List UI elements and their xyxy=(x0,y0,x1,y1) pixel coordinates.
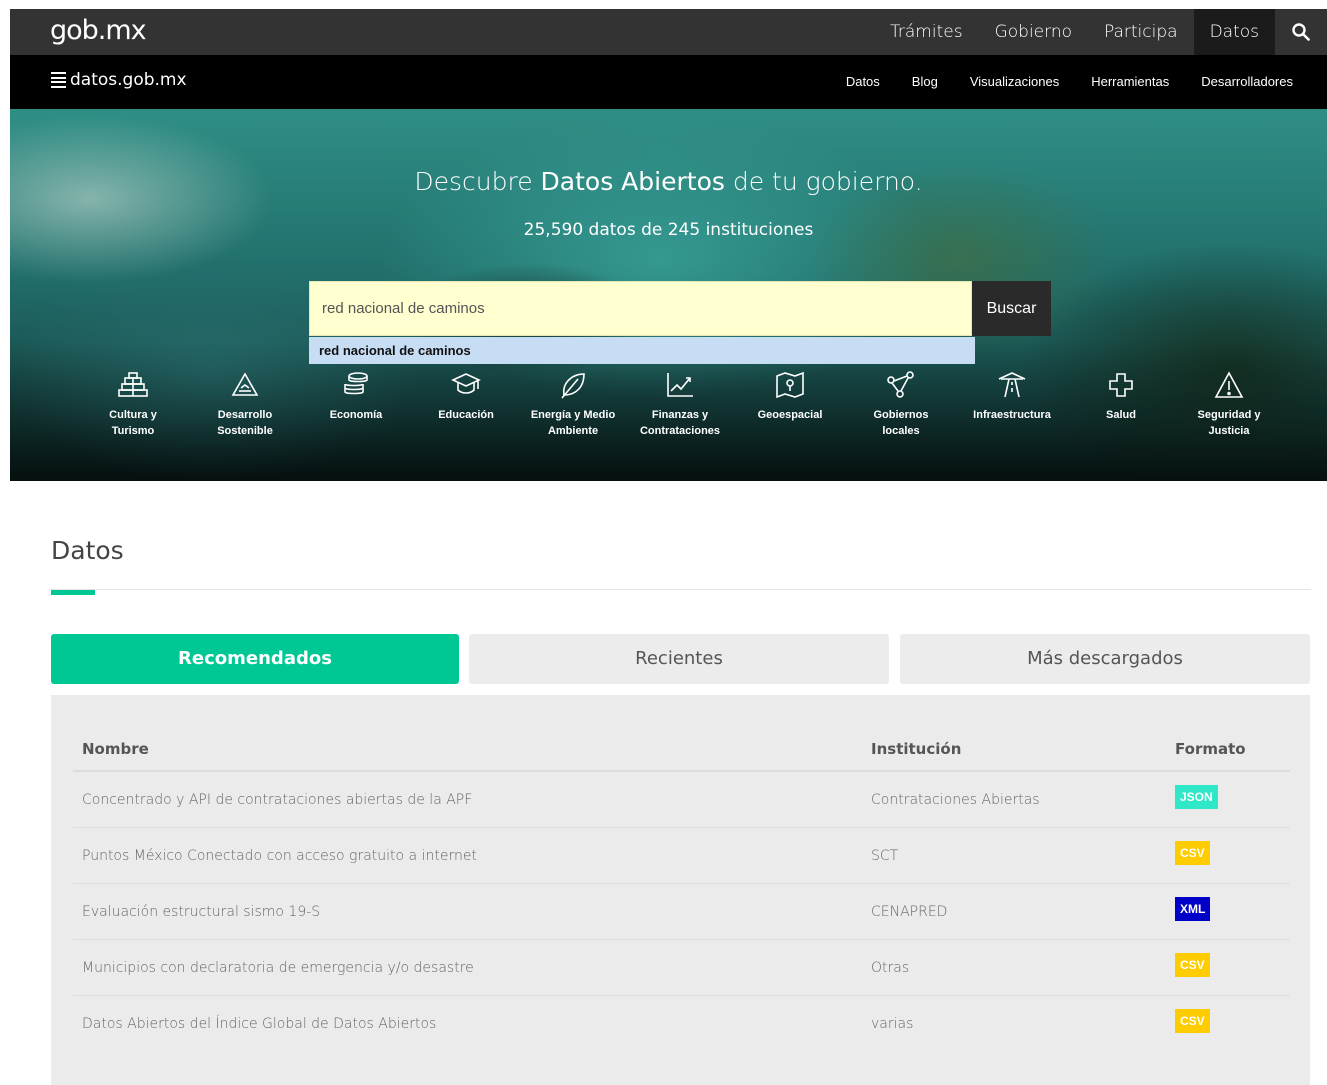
category-cultura-turismo[interactable]: Cultura y Turismo xyxy=(78,371,188,439)
category-economia[interactable]: Economía xyxy=(301,371,411,423)
dataset-institution: Otras xyxy=(871,960,910,976)
medical-cross-icon xyxy=(1109,373,1133,397)
network-icon xyxy=(887,371,914,398)
subnav-datos[interactable]: Datos xyxy=(830,55,896,109)
gobmx-header: gob.mx Trámites Gobierno Participa Datos xyxy=(10,9,1327,55)
nav-tramites[interactable]: Trámites xyxy=(874,9,979,55)
column-header-institucion: Institución xyxy=(871,740,962,758)
category-label: Infraestructura xyxy=(973,409,1051,421)
table-header: Nombre Institución Formato xyxy=(73,730,1290,772)
category-label: Cultura y xyxy=(109,409,157,421)
category-list: Cultura y Turismo Desarrollo Sostenible Ec… xyxy=(80,371,1260,461)
section-accent-bar xyxy=(51,590,95,595)
category-label: Gobiernos xyxy=(873,409,929,421)
table-row: Evaluación estructural sismo 19-S CENAPR… xyxy=(73,884,1290,940)
hero-headline: Descubre Datos Abiertos de tu gobierno. xyxy=(414,167,923,196)
search-box xyxy=(309,281,972,336)
section-divider xyxy=(51,589,1311,590)
table-row: Puntos México Conectado con acceso gratu… xyxy=(73,828,1290,884)
search-input[interactable] xyxy=(310,282,971,335)
autocomplete-suggestion[interactable]: red nacional de caminos xyxy=(309,337,975,364)
dataset-name[interactable]: Concentrado y API de contrataciones abie… xyxy=(82,792,472,808)
nav-datos[interactable]: Datos xyxy=(1193,9,1275,55)
format-badge-csv[interactable]: CSV xyxy=(1175,953,1210,977)
format-badge-csv[interactable]: CSV xyxy=(1175,841,1210,865)
category-label: Energía y Medio xyxy=(530,409,616,421)
line-chart-icon xyxy=(667,373,693,397)
leaf-icon xyxy=(561,373,585,399)
table-row: Municipios con declaratoria de emergenci… xyxy=(73,940,1290,996)
category-label: Contrataciones xyxy=(639,425,721,437)
category-label: Economía xyxy=(329,409,383,421)
category-label: Salud xyxy=(1106,409,1136,421)
coins-icon xyxy=(344,372,368,395)
category-gobiernos-locales[interactable]: Gobiernos locales xyxy=(846,371,956,439)
category-label: Sostenible xyxy=(217,425,273,437)
gobmx-logo[interactable]: gob.mx xyxy=(50,15,147,46)
hero-banner: Descubre Datos Abiertos de tu gobierno. … xyxy=(10,109,1327,481)
category-label: Geoespacial xyxy=(757,409,823,421)
category-label: Justicia xyxy=(1208,425,1250,437)
category-label: Turismo xyxy=(111,425,155,437)
category-educacion[interactable]: Educación xyxy=(411,371,521,423)
column-header-nombre: Nombre xyxy=(82,740,149,758)
dataset-name[interactable]: Municipios con declaratoria de emergenci… xyxy=(82,960,474,976)
dataset-institution: Contrataciones Abiertas xyxy=(871,792,1040,808)
format-badge-json[interactable]: JSON xyxy=(1175,785,1218,809)
dataset-institution: CENAPRED xyxy=(871,904,948,920)
subnav-herramientas[interactable]: Herramientas xyxy=(1075,55,1185,109)
category-label: Ambiente xyxy=(547,425,599,437)
datos-header: datos.gob.mx Datos Blog Visualizaciones … xyxy=(10,55,1327,109)
category-label: Seguridad y xyxy=(1197,409,1261,421)
subnav-visualizaciones[interactable]: Visualizaciones xyxy=(954,55,1075,109)
datos-table: Nombre Institución Formato Concentrado y… xyxy=(51,695,1310,1085)
dataset-name[interactable]: Puntos México Conectado con acceso gratu… xyxy=(82,848,477,864)
datos-tabs: Recomendados Recientes Más descargados xyxy=(51,634,1310,684)
format-badge-xml[interactable]: XML xyxy=(1175,897,1211,921)
menu-lines-icon xyxy=(51,72,66,88)
dataset-institution: SCT xyxy=(871,848,899,864)
category-geoespacial[interactable]: Geoespacial xyxy=(735,371,845,423)
dataset-name[interactable]: Datos Abiertos del Índice Global de Dato… xyxy=(82,1016,436,1032)
category-salud[interactable]: Salud xyxy=(1066,371,1176,423)
pyramid-icon xyxy=(118,372,148,397)
column-header-formato: Formato xyxy=(1175,740,1246,758)
table-row: Concentrado y API de contrataciones abie… xyxy=(73,772,1290,828)
tab-recientes[interactable]: Recientes xyxy=(469,634,889,684)
warning-icon xyxy=(1214,371,1244,398)
tab-mas-descargados[interactable]: Más descargados xyxy=(900,634,1310,684)
category-finanzas-contrataciones[interactable]: Finanzas y Contrataciones xyxy=(625,371,735,439)
category-energia-medio-ambiente[interactable]: Energía y Medio Ambiente xyxy=(518,371,628,439)
subnav-desarrolladores[interactable]: Desarrolladores xyxy=(1185,55,1309,109)
tab-recomendados[interactable]: Recomendados xyxy=(51,634,459,684)
dataset-name[interactable]: Evaluación estructural sismo 19-S xyxy=(82,904,320,920)
category-seguridad-justicia[interactable]: Seguridad y Justicia xyxy=(1174,371,1284,439)
datos-brand[interactable]: datos.gob.mx xyxy=(51,70,187,90)
search-button[interactable]: Buscar xyxy=(972,281,1051,336)
format-badge-csv[interactable]: CSV xyxy=(1175,1009,1210,1033)
category-label: Finanzas y xyxy=(651,409,709,421)
subnav-blog[interactable]: Blog xyxy=(896,55,954,109)
category-desarrollo-sostenible[interactable]: Desarrollo Sostenible xyxy=(190,371,300,439)
search-icon[interactable] xyxy=(1275,9,1327,55)
nav-gobierno[interactable]: Gobierno xyxy=(979,9,1088,55)
table-row: Datos Abiertos del Índice Global de Dato… xyxy=(73,996,1290,1052)
category-label: Educación xyxy=(438,409,494,421)
nav-participa[interactable]: Participa xyxy=(1088,9,1194,55)
recycle-icon xyxy=(231,372,259,396)
datos-nav: Datos Blog Visualizaciones Herramientas … xyxy=(830,55,1309,109)
datos-brand-label: datos.gob.mx xyxy=(70,70,187,90)
dataset-count: 25,590 datos de 245 instituciones xyxy=(523,220,814,240)
category-infraestructura[interactable]: Infraestructura xyxy=(957,371,1067,423)
main-nav: Trámites Gobierno Participa Datos xyxy=(874,9,1327,55)
category-label: locales xyxy=(882,425,920,437)
dataset-institution: varias xyxy=(871,1016,914,1032)
map-icon xyxy=(776,371,804,399)
graduation-cap-icon xyxy=(451,373,481,394)
section-title: Datos xyxy=(51,536,124,565)
road-icon xyxy=(998,372,1026,398)
category-label: Desarrollo xyxy=(217,409,273,421)
